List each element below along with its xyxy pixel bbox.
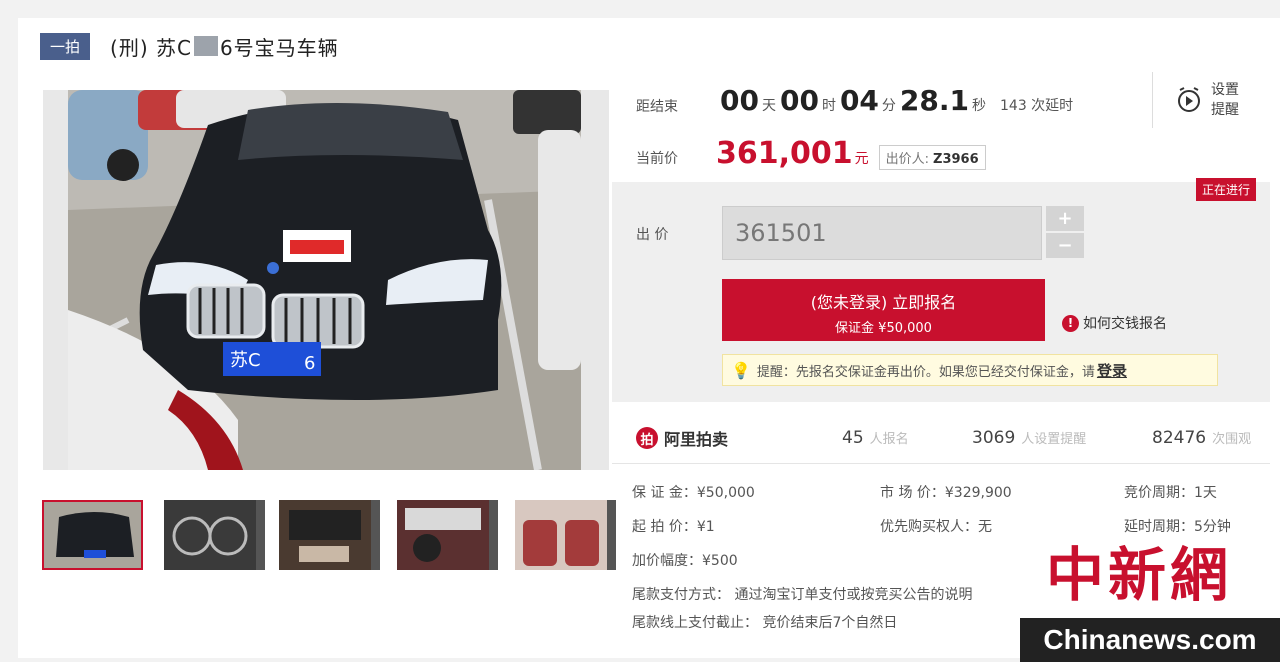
- minutes-unit: 分: [881, 98, 896, 114]
- timer-label: 距结束: [636, 99, 678, 115]
- register-now-button[interactable]: (您未登录) 立即报名 保证金 ¥50,000: [722, 279, 1045, 341]
- info-icon: !: [1062, 314, 1079, 332]
- bid-amount-input[interactable]: 361501: [722, 206, 1042, 260]
- alibaba-auction-icon: 拍: [636, 427, 658, 449]
- thumbnail-3[interactable]: [279, 500, 380, 570]
- market-price-info: 市 场 价：¥329,900: [880, 485, 1012, 501]
- thumbnail-car-front: [44, 502, 141, 568]
- main-photo[interactable]: 苏C 6: [43, 90, 609, 470]
- views-count: 82476: [1152, 428, 1207, 448]
- chinanews-watermark-cn: 中新網: [1046, 541, 1233, 609]
- days-unit: 天: [761, 98, 776, 114]
- platform-name: 阿里拍卖: [664, 430, 729, 449]
- views-label: 次围观: [1212, 432, 1252, 447]
- bidding-cycle-info: 竞价周期：1天: [1124, 485, 1217, 501]
- car-photo: 苏C 6: [68, 90, 581, 470]
- reminders-label: 人设置提醒: [1021, 432, 1087, 447]
- lightbulb-icon: 💡: [731, 360, 751, 380]
- bidder-box: 出价人: Z3966: [878, 145, 986, 170]
- bid-label: 出 价: [636, 227, 669, 243]
- reminders-count: 3069: [972, 428, 1016, 448]
- deposit-label: 保证金 ¥50,000: [835, 321, 932, 336]
- thumbnail-2[interactable]: [164, 500, 265, 570]
- price-unit: 元: [854, 151, 869, 167]
- registrants-label: 人报名: [869, 432, 909, 447]
- registrants-stat: 45 人报名: [842, 428, 909, 448]
- login-tip: 💡 提醒：先报名交保证金再出价。如果您已经交付保证金，请 登录: [722, 354, 1218, 386]
- redacted-plate: [193, 36, 218, 56]
- platform-logo: 拍 阿里拍卖: [636, 426, 728, 450]
- thumbnail-cabin: [397, 500, 489, 570]
- title-suffix: 6号宝马车辆: [219, 35, 339, 60]
- auction-round-badge: 一拍: [40, 32, 91, 60]
- title-prefix: (刑) 苏C: [110, 35, 192, 60]
- thumbnail-5[interactable]: [515, 500, 616, 570]
- seconds-unit: 秒: [972, 98, 986, 114]
- payment-deadline-info: 尾款线上支付截止： 竞价结束后7个自然日: [632, 615, 898, 631]
- start-price-info: 起 拍 价：¥1: [632, 519, 715, 535]
- register-label: (您未登录) 立即报名: [810, 293, 957, 312]
- minutes-value: 04: [839, 84, 879, 117]
- how-to-register-link[interactable]: ! 如何交钱报名: [1062, 313, 1167, 333]
- priority-buyer-info: 优先购买权人：无: [880, 519, 992, 535]
- seconds-value: 28.1: [899, 84, 969, 117]
- bidder-label: 出价人:: [885, 152, 930, 167]
- tip-text: 提醒：先报名交保证金再出价。如果您已经交付保证金，请: [756, 364, 1095, 380]
- bidder-id: Z3966: [933, 152, 979, 167]
- current-price-value: 361,001: [716, 136, 853, 171]
- registrants-count: 45: [842, 428, 864, 448]
- plate-suffix: 6: [304, 353, 315, 374]
- thumbnail-interior-panel: [279, 500, 371, 570]
- current-price: 361,001 元 出价人: Z3966: [716, 136, 986, 171]
- login-link[interactable]: 登录: [1097, 360, 1127, 381]
- thumbnail-1[interactable]: [42, 500, 143, 570]
- extension-count: 143 次延时: [1000, 98, 1074, 114]
- deposit-info: 保 证 金：¥50,000: [632, 485, 755, 501]
- thumbnail-seats: [515, 500, 607, 570]
- item-title: 一拍 (刑) 苏C 6号宝马车辆: [40, 30, 339, 62]
- alarm-clock-icon: [1178, 87, 1200, 112]
- thumbnail-4[interactable]: [397, 500, 498, 570]
- reminder-label: 设置提醒: [1211, 82, 1239, 118]
- how-to-register-label: 如何交钱报名: [1083, 316, 1167, 332]
- set-reminder-button[interactable]: 设置提醒: [1152, 72, 1243, 128]
- increment-info: 加价幅度：¥500: [632, 553, 738, 569]
- plate-prefix: 苏C: [230, 350, 261, 371]
- current-price-label: 当前价: [636, 151, 678, 167]
- status-badge: 正在进行: [1196, 178, 1257, 201]
- increase-bid-button[interactable]: +: [1046, 206, 1084, 231]
- decrease-bid-button[interactable]: −: [1046, 233, 1084, 258]
- hours-value: 00: [779, 84, 819, 117]
- countdown-timer: 00 天 00 时 04 分 28.1 秒 143 次延时: [720, 84, 1073, 117]
- car-illustration: 苏C 6: [68, 90, 581, 470]
- hours-unit: 时: [821, 98, 836, 114]
- thumbnail-dashboard: [164, 500, 256, 570]
- days-value: 00: [720, 84, 759, 117]
- payment-method-info: 尾款支付方式： 通过淘宝订单支付或按竞买公告的说明: [632, 587, 973, 603]
- views-stat: 82476 次围观: [1152, 428, 1251, 448]
- reminders-stat: 3069 人设置提醒: [972, 428, 1086, 448]
- chinanews-watermark-en: Chinanews.com: [1020, 618, 1280, 662]
